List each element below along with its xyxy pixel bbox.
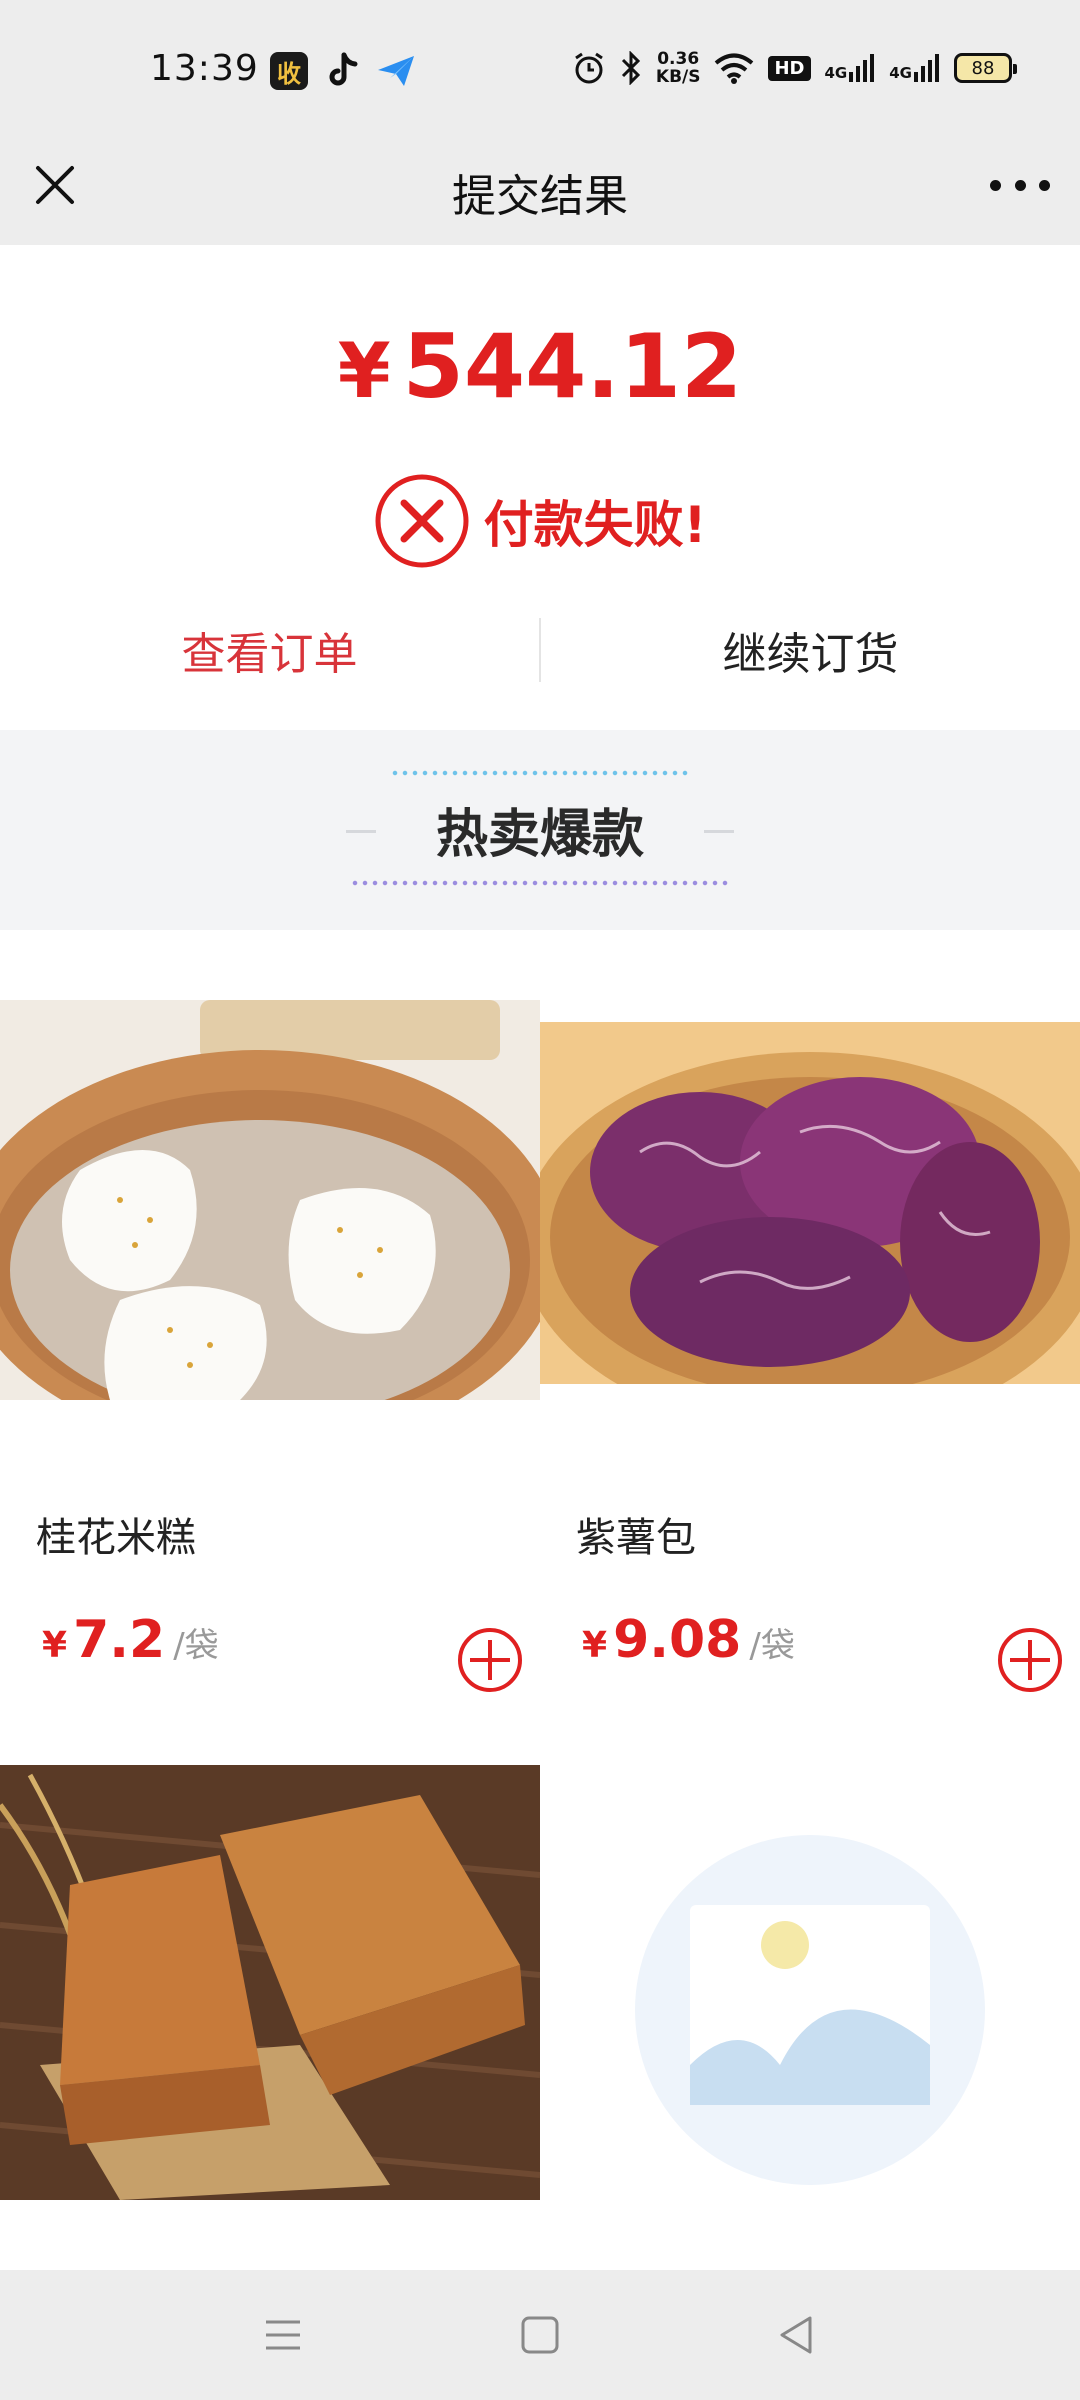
add-circle-icon[interactable] xyxy=(456,1626,524,1694)
price-unit: /袋 xyxy=(749,1626,795,1666)
amount-value: 544.12 xyxy=(402,315,743,418)
product-card[interactable] xyxy=(540,1765,1080,2270)
product-grid: 桂花米糕 ¥ 7.2 /袋 紫薯包 ¥ 9.08 /袋 xyxy=(0,930,1080,2270)
battery-level: 88 xyxy=(971,57,995,79)
product-card[interactable] xyxy=(0,1765,540,2270)
product-card[interactable]: 桂花米糕 ¥ 7.2 /袋 xyxy=(0,930,540,1770)
product-image-purple-bun xyxy=(540,1022,1080,1384)
battery-icon: 88 xyxy=(954,53,1017,83)
net-speed-value: 0.36 xyxy=(657,49,700,69)
status-bar: 13:39 收 0.36 KB/S HD 4G 4G 88 xyxy=(0,0,1080,140)
signal-2-label: 4G xyxy=(889,64,912,82)
shou-app-icon: 收 xyxy=(270,52,308,90)
product-card[interactable]: 紫薯包 ¥ 9.08 /袋 xyxy=(540,930,1080,1770)
product-price: ¥ 9.08 /袋 xyxy=(582,1610,795,1670)
bluetooth-icon xyxy=(621,51,641,85)
payment-result: ¥544.12 付款失败! 查看订单 继续订货 xyxy=(0,245,1080,730)
net-speed-unit: KB/S xyxy=(655,67,701,87)
status-indicators: 0.36 KB/S HD 4G 4G 88 xyxy=(572,50,1017,86)
signal-1-label: 4G xyxy=(824,64,848,82)
product-price: ¥ 7.2 /袋 xyxy=(42,1610,219,1670)
wifi-icon xyxy=(715,53,754,84)
product-name: 紫薯包 xyxy=(576,1515,696,1561)
hot-sale-banner: 热卖爆款 xyxy=(0,730,1080,930)
continue-ordering-button[interactable]: 继续订货 xyxy=(541,610,1080,690)
signal-1-icon: 4G xyxy=(825,54,876,82)
paper-plane-icon xyxy=(378,56,414,86)
alarm-icon xyxy=(575,52,603,84)
tiktok-icon xyxy=(329,52,358,86)
product-image-sponge-cake xyxy=(0,1765,540,2200)
signal-2-icon: 4G xyxy=(889,54,940,82)
notification-icons: 收 xyxy=(270,52,416,90)
result-actions: 查看订单 继续订货 xyxy=(0,610,1080,690)
decor-dots xyxy=(350,880,730,886)
price-value: 9.08 xyxy=(613,1610,742,1670)
menu-icon[interactable] xyxy=(258,2310,308,2360)
payment-status: 付款失败! xyxy=(0,473,1080,569)
net-speed: 0.36 KB/S xyxy=(656,50,701,86)
section-title: 热卖爆款 xyxy=(435,805,644,865)
payment-amount: ¥544.12 xyxy=(0,315,1080,418)
price-currency: ¥ xyxy=(582,1625,608,1666)
status-time: 13:39 xyxy=(150,48,259,89)
decor-dots xyxy=(390,770,690,776)
decor-dash xyxy=(704,830,734,833)
payment-status-text: 付款失败! xyxy=(483,496,707,554)
more-dot xyxy=(1039,179,1050,191)
more-dot xyxy=(1014,179,1026,191)
fail-x-circle-icon xyxy=(375,474,469,568)
view-order-button[interactable]: 查看订单 xyxy=(0,610,539,690)
product-image-placeholder xyxy=(540,1765,1080,2200)
add-circle-icon[interactable] xyxy=(996,1626,1064,1694)
image-placeholder-icon xyxy=(635,1835,985,2185)
hd-voice-icon: HD xyxy=(768,55,811,81)
product-image-rice-cake xyxy=(0,1000,540,1400)
currency-symbol: ¥ xyxy=(337,326,391,415)
product-name: 桂花米糕 xyxy=(36,1515,196,1561)
price-value: 7.2 xyxy=(73,1610,166,1670)
more-dot xyxy=(990,179,1001,191)
back-icon[interactable] xyxy=(772,2310,822,2360)
nav-bar: 提交结果 xyxy=(0,140,1080,245)
price-unit: /袋 xyxy=(173,1626,219,1666)
price-currency: ¥ xyxy=(42,1625,68,1666)
system-navigation-bar xyxy=(0,2270,1080,2400)
page-title: 提交结果 xyxy=(452,171,628,222)
more-icon[interactable] xyxy=(990,165,1050,205)
home-icon[interactable] xyxy=(515,2310,565,2360)
